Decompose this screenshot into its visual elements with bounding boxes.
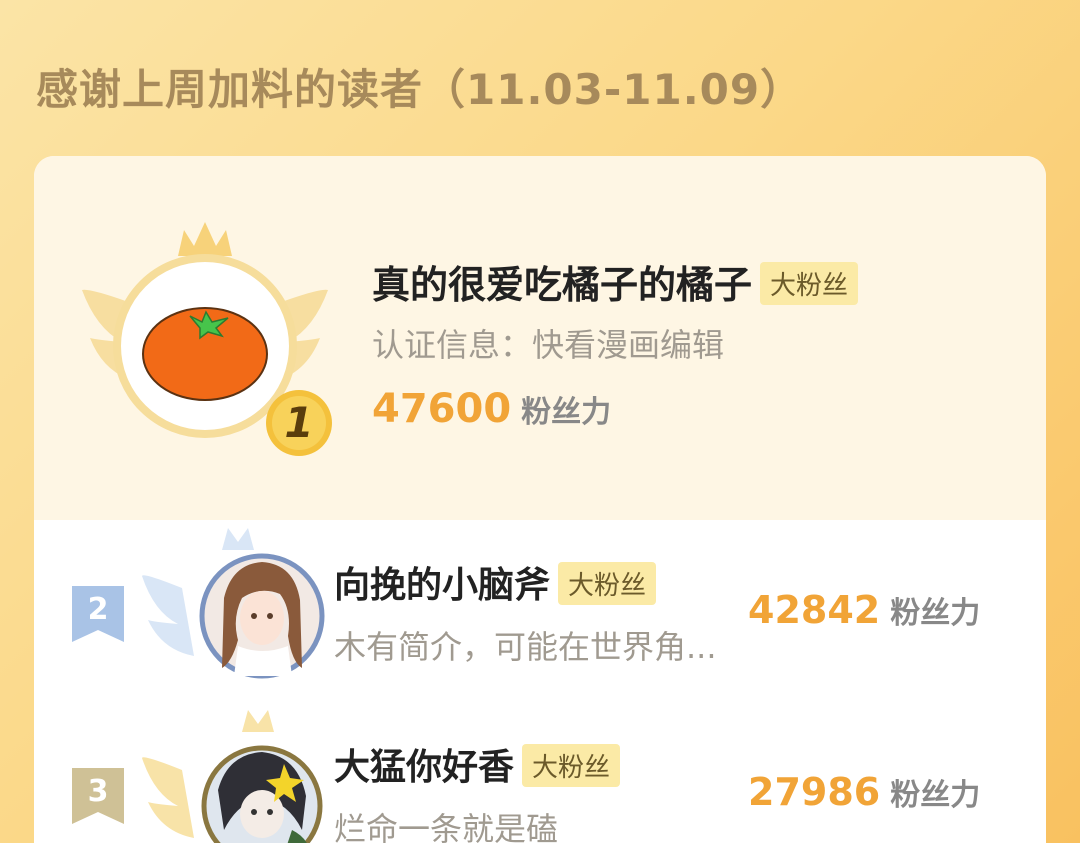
rank-2-flag-icon: 2	[72, 586, 124, 642]
rank-1-avatar[interactable]: 1	[82, 218, 332, 456]
rank-3-name[interactable]: 大猛你好香 大粉丝	[334, 738, 621, 791]
rank-1-verify-info: 认证信息：快看漫画编辑	[372, 326, 725, 364]
rank-3-score-unit: 粉丝力	[890, 778, 981, 813]
big-fan-badge: 大粉丝	[522, 743, 621, 787]
anime-girl-avatar-icon	[142, 528, 325, 679]
rank-3-name-text: 大猛你好香	[334, 747, 515, 788]
ranking-row-3[interactable]: 3 大猛你好香 大粉丝 烂命一条就是磕 27986 粉丝力	[34, 710, 1046, 843]
rank-1-score-unit: 粉丝力	[521, 395, 612, 430]
rank-1-name-text: 真的很爱吃橘子的橘子	[372, 263, 753, 307]
rank-3-description: 烂命一条就是磕	[334, 810, 559, 843]
rank-2-avatar[interactable]	[142, 528, 334, 698]
rank-3-avatar[interactable]	[142, 710, 334, 843]
rank-2-name[interactable]: 向挽的小脑斧 大粉丝	[334, 556, 657, 609]
rank-1-number: 1	[284, 398, 314, 447]
rank-3-score: 27986 粉丝力	[748, 770, 980, 814]
rank-1-score: 47600 粉丝力	[372, 386, 611, 432]
big-fan-badge: 大粉丝	[558, 561, 657, 605]
rank-2-number: 2	[87, 592, 109, 627]
rank-2-score: 42842 粉丝力	[748, 588, 980, 632]
rank-2-score-value: 42842	[748, 588, 881, 632]
rank-2-description: 木有简介，可能在世界角...	[334, 628, 717, 666]
big-fan-badge: 大粉丝	[760, 262, 859, 305]
rank-3-flag-icon: 3	[72, 768, 124, 824]
rank-1-name[interactable]: 真的很爱吃橘子的橘子 大粉丝	[372, 254, 859, 309]
rank-3-number: 3	[87, 774, 109, 809]
ranking-card: 1 真的很爱吃橘子的橘子 大粉丝 认证信息：快看漫画编辑 47600 粉丝力 2 向…	[34, 156, 1046, 843]
rank-2-name-text: 向挽的小脑斧	[334, 565, 551, 606]
rank-3-score-value: 27986	[748, 770, 881, 814]
rank-2-score-unit: 粉丝力	[890, 596, 981, 631]
rank-1-score-value: 47600	[372, 386, 512, 432]
page-title: 感谢上周加料的读者（11.03-11.09）	[36, 65, 804, 114]
ranking-row-2[interactable]: 2 向挽的小脑斧 大粉丝 木有简介，可能在世界角... 42842 粉丝力	[34, 528, 1046, 686]
anime-character-avatar-icon	[142, 710, 323, 843]
